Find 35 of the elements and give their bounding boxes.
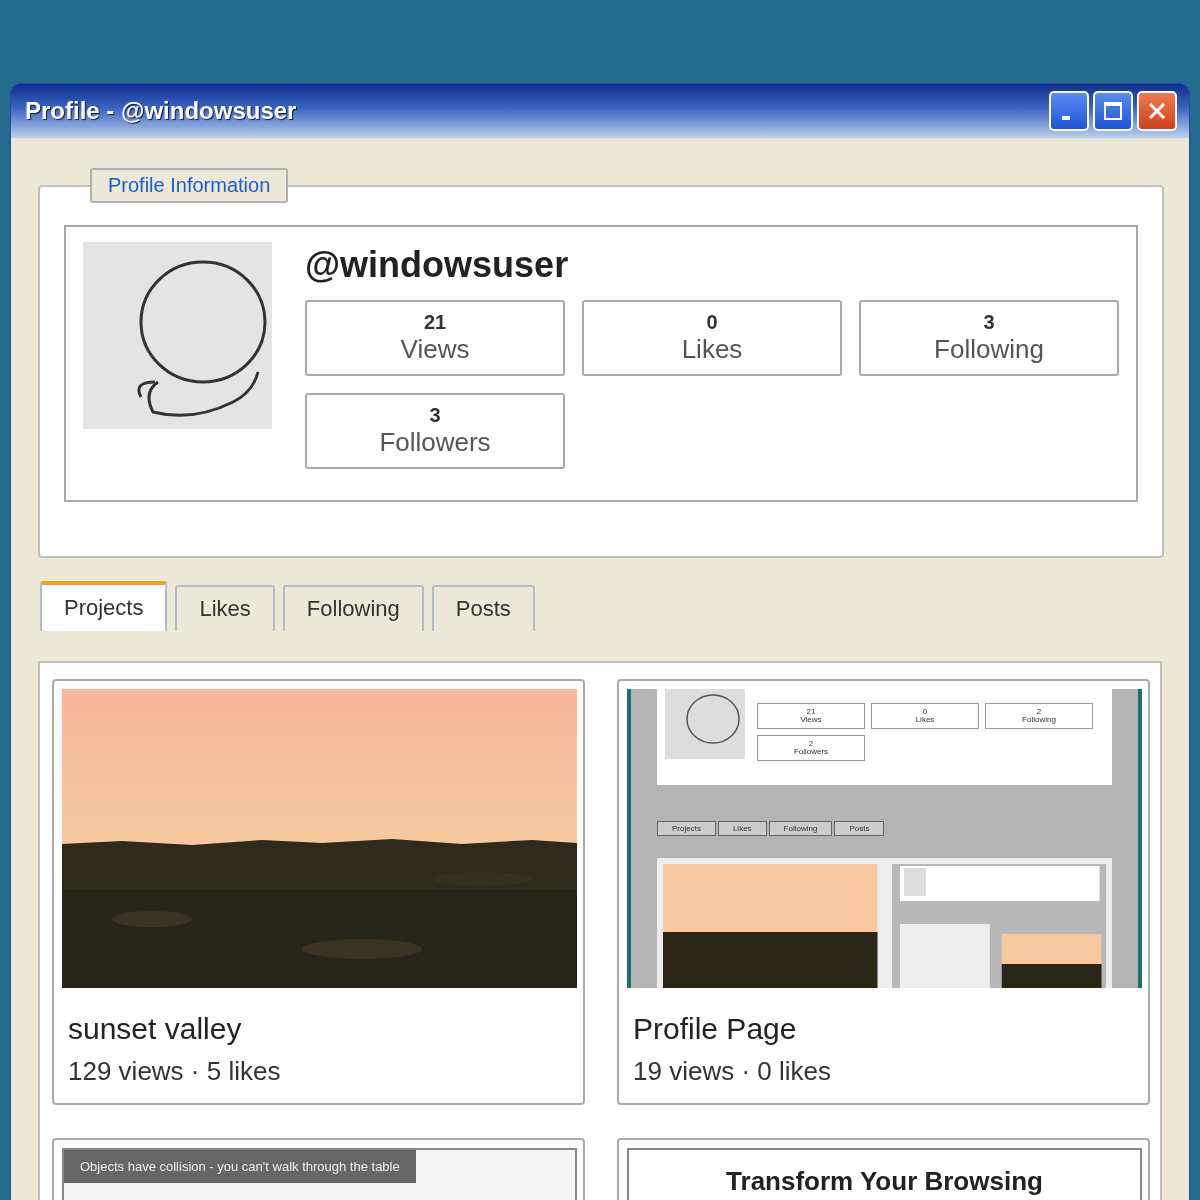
close-icon — [1146, 100, 1168, 122]
stat-button[interactable]: 3 Followers — [305, 393, 565, 469]
project-title: Profile Page — [633, 1012, 798, 1046]
stat-button[interactable]: 3 Following — [859, 300, 1119, 376]
mini-tab: Likes — [717, 821, 767, 836]
mini-stat: 2 Following — [985, 703, 1093, 729]
maximize-icon — [1102, 100, 1124, 122]
mini-stat: 21 Views — [757, 703, 865, 729]
project-card[interactable]: Objects have collision - you can't walk through the table — [52, 1138, 585, 1200]
minimize-icon — [1062, 116, 1070, 120]
image-caption: Objects have collision - you can't walk through the table — [64, 1150, 416, 1183]
project-card[interactable]: 21 Views 0 Likes 2 Following 2 Followers Projects Likes Following Posts Profile Page 19 views · 0 likes — [617, 679, 1150, 1105]
username: @windowsuser — [305, 244, 570, 286]
stat-button[interactable]: 0 Likes — [582, 300, 842, 376]
project-stats: 129 views · 5 likes — [68, 1056, 282, 1087]
mini-stat: 0 Likes — [871, 703, 979, 729]
tab[interactable]: Following — [282, 585, 424, 631]
tab[interactable]: Projects — [40, 581, 168, 631]
project-stats: 19 views · 0 likes — [633, 1056, 832, 1087]
stat-button[interactable]: 21 Views — [305, 300, 565, 376]
project-card[interactable]: sunset valley 129 views · 5 likes — [52, 679, 585, 1105]
group-legend: Profile Information — [90, 168, 289, 203]
project-title: sunset valley — [68, 1012, 243, 1046]
thumbnail-heading: Transform Your Browsing — [726, 1166, 1043, 1196]
close-button[interactable] — [1137, 91, 1177, 131]
minimize-button[interactable] — [1049, 91, 1089, 131]
tab[interactable]: Likes — [175, 585, 275, 631]
maximize-button[interactable] — [1093, 91, 1133, 131]
mini-tab: Following — [768, 821, 833, 836]
mini-tab: Projects — [657, 821, 716, 836]
window-title: Profile - @windowsuser — [25, 97, 297, 125]
tab[interactable]: Posts — [431, 585, 535, 631]
mini-stat: 2 Followers — [757, 735, 865, 761]
mini-tab: Posts — [834, 821, 885, 836]
project-card[interactable]: Transform Your Browsing — [617, 1138, 1150, 1200]
